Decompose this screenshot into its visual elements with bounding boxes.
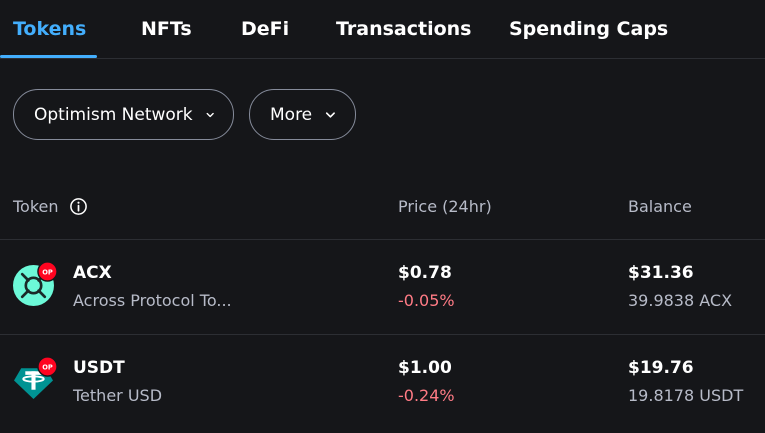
token-column-header: Token <box>13 197 88 216</box>
tab-spending-caps[interactable]: Spending Caps <box>509 18 668 40</box>
tab-tokens[interactable]: Tokens <box>13 18 86 40</box>
token-price: $0.78 <box>398 263 452 283</box>
token-balance-amount: 39.9838 ACX <box>628 291 733 310</box>
tab-bar: Tokens NFTs DeFi Transactions Spending C… <box>0 0 765 59</box>
tab-nfts[interactable]: NFTs <box>141 18 192 40</box>
token-row-acx[interactable]: OP ACX Across Protocol To... $0.78 -0.05… <box>0 240 765 334</box>
network-filter-label: Optimism Network <box>34 104 193 125</box>
price-column-header: Price (24hr) <box>398 197 492 216</box>
token-price-change: -0.05% <box>398 291 455 310</box>
token-balance-fiat: $19.76 <box>628 358 694 378</box>
chevron-down-icon <box>326 111 336 118</box>
more-filter-button[interactable]: More <box>249 89 356 140</box>
token-balance-fiat: $31.36 <box>628 263 694 283</box>
info-icon[interactable] <box>69 197 88 216</box>
more-filter-label: More <box>270 104 313 125</box>
tab-defi[interactable]: DeFi <box>241 18 289 40</box>
token-row-usdt[interactable]: OP USDT Tether USD $1.00 -0.24% $19.76 1… <box>0 335 765 429</box>
tab-transactions[interactable]: Transactions <box>336 18 471 40</box>
optimism-badge-icon: OP <box>37 356 58 377</box>
token-name: Tether USD <box>73 386 163 405</box>
token-symbol: ACX <box>73 263 112 283</box>
chevron-down-icon <box>206 112 214 117</box>
optimism-badge-icon: OP <box>37 261 58 282</box>
token-price: $1.00 <box>398 358 452 378</box>
token-column-label: Token <box>13 197 59 216</box>
op-badge-label: OP <box>42 363 53 371</box>
balance-column-header: Balance <box>628 197 692 216</box>
active-tab-indicator <box>0 55 97 58</box>
token-name: Across Protocol To... <box>73 291 232 310</box>
token-balance-amount: 19.8178 USDT <box>628 386 744 405</box>
op-badge-label: OP <box>42 268 53 276</box>
token-price-change: -0.24% <box>398 386 455 405</box>
token-symbol: USDT <box>73 358 125 378</box>
network-filter-button[interactable]: Optimism Network <box>13 89 234 140</box>
